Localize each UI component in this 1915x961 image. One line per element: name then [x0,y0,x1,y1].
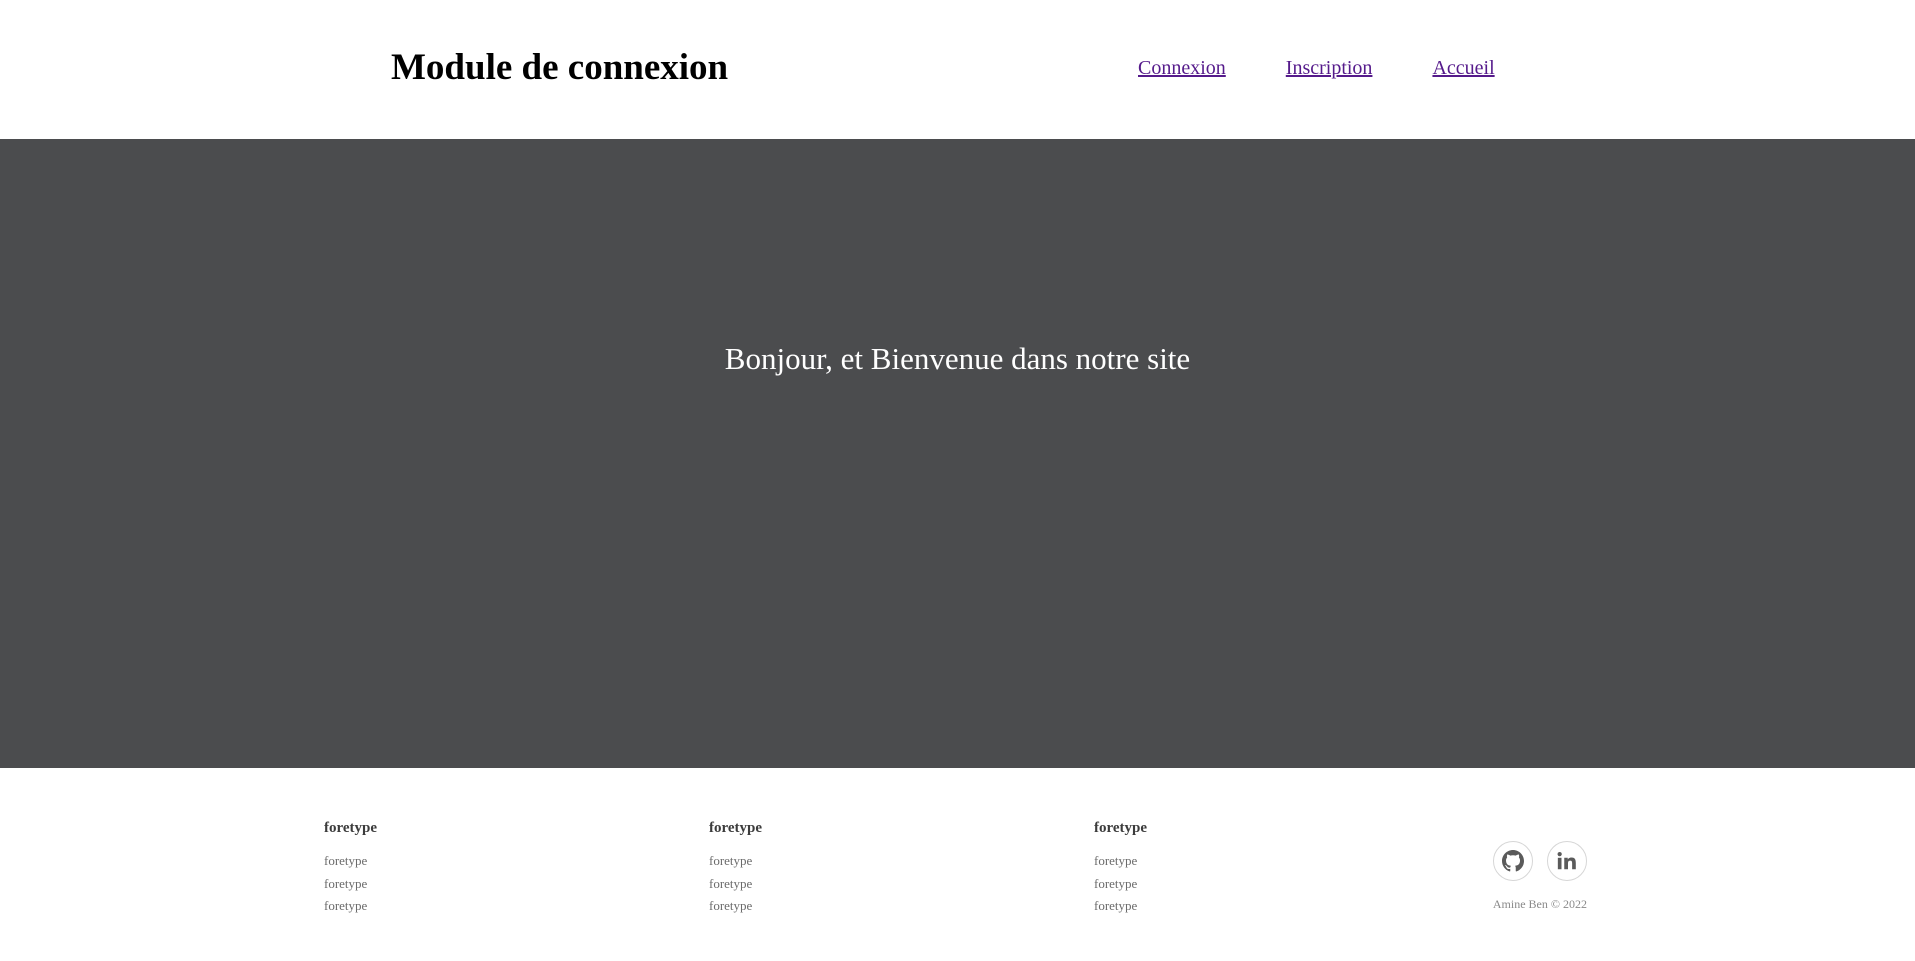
footer-link[interactable]: foretype [1094,853,1137,868]
list-item: foretype [324,873,524,896]
footer-link-list: foretype foretype foretype [324,850,524,918]
nav-link-connexion[interactable]: Connexion [1138,55,1226,81]
nav-link-accueil[interactable]: Accueil [1432,55,1494,81]
main-nav: Connexion Inscription Accueil [1138,55,1495,81]
footer-link[interactable]: foretype [709,876,752,891]
list-item: foretype [324,895,524,918]
site-footer: foretype foretype foretype foretype fore… [0,768,1915,961]
welcome-message: Bonjour, et Bienvenue dans notre site [724,341,1191,376]
github-icon [1502,850,1524,872]
footer-link[interactable]: foretype [324,853,367,868]
footer-column-heading: foretype [324,820,378,836]
site-title: Module de connexion [391,47,729,88]
footer-link[interactable]: foretype [709,898,752,913]
nav-link-inscription[interactable]: Inscription [1286,55,1373,81]
footer-column-1: foretype foretype foretype foretype [324,818,524,918]
list-item: foretype [1094,895,1294,918]
footer-link[interactable]: foretype [324,898,367,913]
linkedin-icon [1557,852,1576,870]
linkedin-button[interactable] [1547,841,1587,881]
footer-link-list: foretype foretype foretype [709,850,909,918]
footer-column-heading: foretype [1094,820,1148,836]
list-item: foretype [1094,850,1294,873]
github-button[interactable] [1493,841,1533,881]
footer-link[interactable]: foretype [1094,898,1137,913]
footer-link[interactable]: foretype [324,876,367,891]
hero-banner: Bonjour, et Bienvenue dans notre site [0,139,1915,768]
list-item: foretype [324,850,524,873]
footer-column-heading: foretype [709,820,763,836]
list-item: foretype [709,850,909,873]
footer-link[interactable]: foretype [1094,876,1137,891]
list-item: foretype [709,895,909,918]
social-links [1493,841,1587,881]
list-item: foretype [1094,873,1294,896]
copyright-text: Amine Ben © 2022 [1492,897,1587,911]
footer-column-3: foretype foretype foretype foretype [1094,818,1294,918]
footer-link[interactable]: foretype [709,853,752,868]
list-item: foretype [709,873,909,896]
site-header: Module de connexion Connexion Inscriptio… [0,0,1915,139]
footer-link-list: foretype foretype foretype [1094,850,1294,918]
footer-column-2: foretype foretype foretype foretype [709,818,909,918]
